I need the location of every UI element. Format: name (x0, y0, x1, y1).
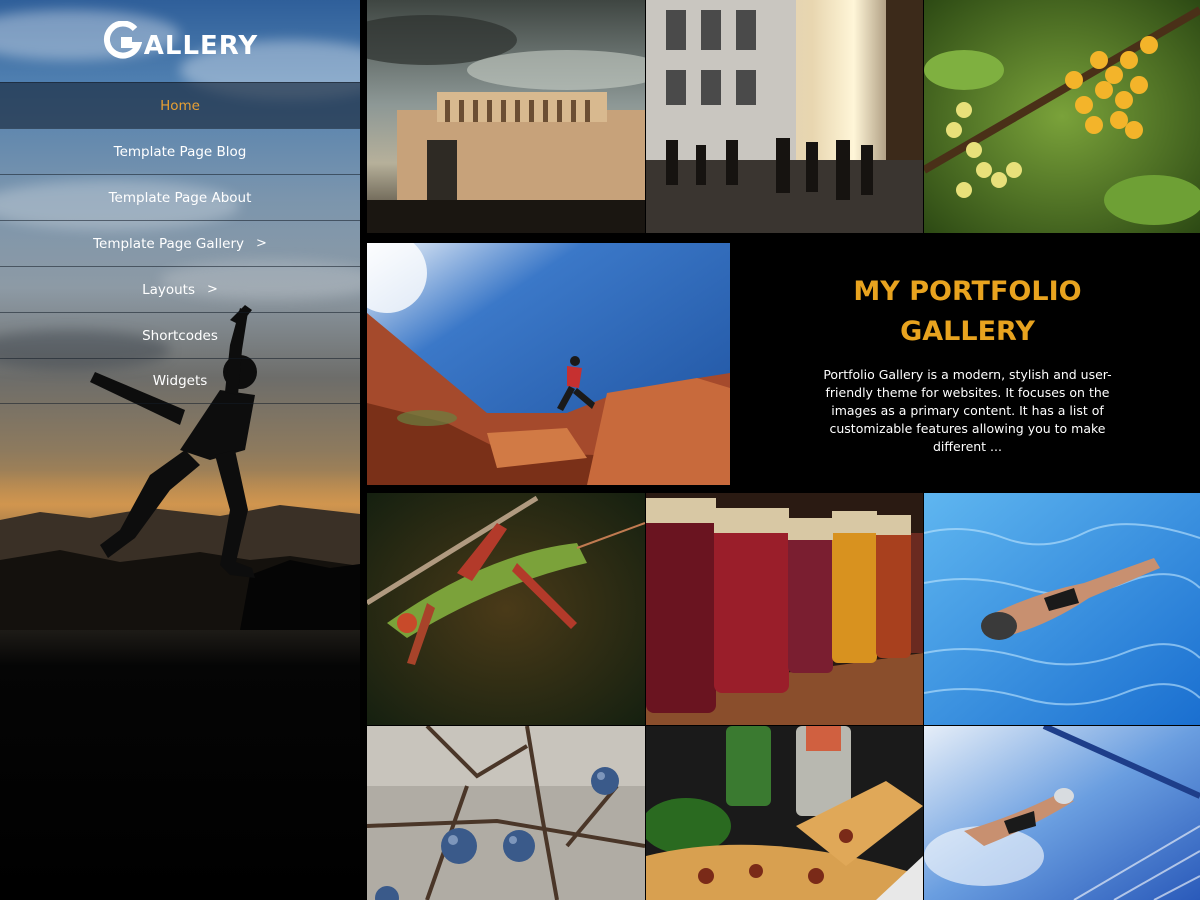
nav-item-template-page-about[interactable]: Template Page About (0, 174, 360, 220)
submenu-chevron-icon[interactable]: > (207, 282, 218, 297)
jars-photo (646, 493, 923, 725)
nav-item-shortcodes[interactable]: Shortcodes (0, 312, 360, 358)
grasshopper-photo (367, 493, 645, 725)
gallery-tile-climber[interactable] (367, 243, 730, 485)
sidebar: ALLERY Home Template Page Blog Template … (0, 0, 360, 900)
intro-text: Portfolio Gallery is a modern, stylish a… (823, 367, 1112, 454)
nav-item-layouts[interactable]: Layouts > (0, 266, 360, 312)
nav-item-label: Widgets (152, 373, 208, 389)
gallery-tile-swimmer[interactable] (924, 493, 1200, 725)
pool-swimmer-photo (924, 726, 1200, 900)
nav-item-label: Template Page About (108, 189, 252, 206)
nav-item-label: Template Page Blog (113, 143, 247, 160)
nav-item-label: Shortcodes (142, 327, 218, 344)
nav-item-widgets[interactable]: Widgets (0, 358, 360, 404)
nav-item-label: Home (160, 97, 200, 114)
monument-photo (367, 0, 645, 233)
berries-photo (924, 0, 1200, 233)
intro-title: MY PORTFOLIO GALLERY (853, 276, 1082, 347)
pizza-photo (646, 726, 923, 900)
gallery-tile-jars[interactable] (646, 493, 923, 725)
street-photo (646, 0, 923, 233)
nav-item-label: Template Page Gallery (93, 235, 245, 252)
logo-g-icon (103, 21, 142, 59)
submenu-chevron-icon[interactable]: > (256, 236, 267, 251)
swimmer-photo (924, 493, 1200, 725)
page: ALLERY Home Template Page Blog Template … (0, 0, 1200, 900)
gallery-tile-pool-swimmer[interactable] (924, 726, 1200, 900)
gallery-tile-sloe-berries[interactable] (367, 726, 645, 900)
nav-item-home[interactable]: Home (0, 82, 360, 128)
main-nav: Home Template Page Blog Template Page Ab… (0, 82, 360, 404)
nav-item-template-page-gallery[interactable]: Template Page Gallery > (0, 220, 360, 266)
gallery-tile-street[interactable] (646, 0, 923, 233)
gallery-tile-grasshopper[interactable] (367, 493, 645, 725)
logo-text: ALLERY (143, 31, 259, 61)
site-logo[interactable]: ALLERY (0, 0, 360, 82)
gallery-tile-berries[interactable] (924, 0, 1200, 233)
nav-item-label: Layouts (142, 281, 196, 298)
sloe-berries-photo (367, 726, 645, 900)
gallery-tile-monument[interactable] (367, 0, 645, 233)
climber-photo (367, 243, 730, 485)
gallery-tile-pizza[interactable] (646, 726, 923, 900)
intro-panel: MY PORTFOLIO GALLERY Portfolio Gallery i… (735, 243, 1200, 485)
nav-item-template-page-blog[interactable]: Template Page Blog (0, 128, 360, 174)
